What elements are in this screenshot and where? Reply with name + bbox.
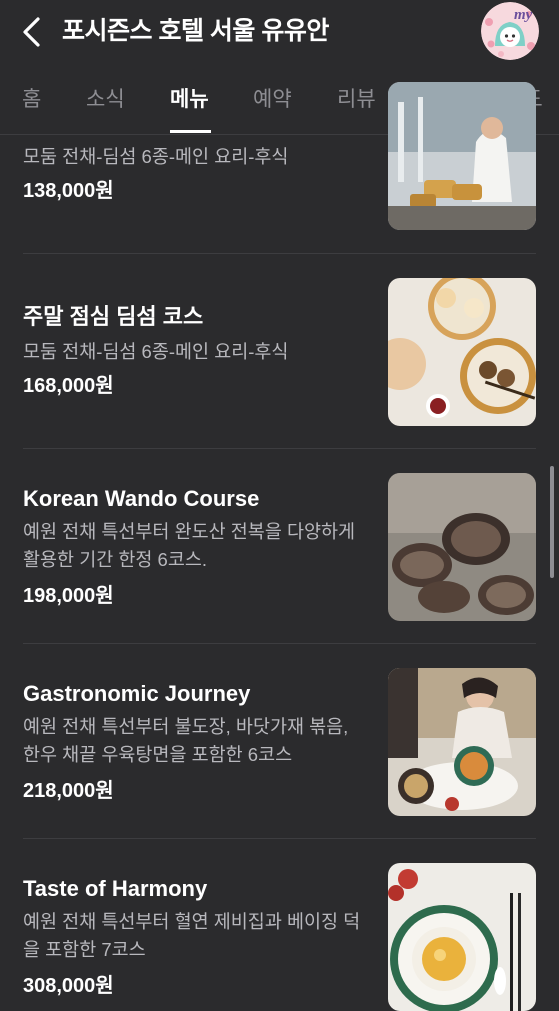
menu-item-image [388,278,536,426]
abalone-photo [388,473,536,621]
menu-item-price: 168,000원 [23,375,114,397]
tab-reserve[interactable]: 예약 [253,86,292,114]
menu-item-desc: 예원 전채 특선부터 혈연 제비집과 베이징 덕을 포함한 7코스 [23,911,361,960]
avatar[interactable]: my [481,2,539,60]
diner-photo [388,668,536,816]
menu-item-title: 주말 점심 딤섬 코스 [23,304,204,329]
menu-item-title: Korean Wando Course [23,486,260,511]
tab-home[interactable]: 홈 [22,86,41,114]
menu-item-price: 198,000원 [23,585,114,607]
back-button[interactable] [18,14,50,50]
menu-item-price: 308,000원 [23,975,114,997]
menu-item-desc: 모둠 전채-딤섬 6종-메인 요리-후식 [23,146,289,167]
menu-item-image [388,82,536,230]
menu-item-desc: 모둠 전채-딤섬 6종-메인 요리-후식 [23,341,289,362]
chevron-left-icon [23,17,40,47]
menu-item-price: 138,000원 [23,180,114,202]
menu-item-title: Gastronomic Journey [23,681,251,706]
menu-item-image [388,473,536,621]
divider [23,448,536,449]
avatar-text: my [514,7,533,23]
active-tab-indicator [170,130,211,133]
tab-news[interactable]: 소식 [86,86,125,114]
menu-item-image [388,863,536,1011]
menu-item-desc: 예원 전채 특선부터 완도산 전복을 다양하게 활용한 기간 한정 6코스. [23,521,356,570]
chef-steamer-photo [388,82,536,230]
soup-bowl-photo [388,863,536,1011]
divider [23,643,536,644]
avatar-sticker-icon: my [481,2,539,60]
tab-review[interactable]: 리뷰 [337,86,376,114]
dim-sum-photo [388,278,536,426]
menu-item-image [388,668,536,816]
menu-item-title: Taste of Harmony [23,876,208,901]
scrollbar[interactable] [550,466,554,578]
menu-item-desc: 예원 전채 특선부터 불도장, 바닷가재 볶음, 한우 채끝 우육탕면을 포함한… [23,716,349,765]
tab-menu[interactable]: 메뉴 [170,86,209,114]
divider [23,838,536,839]
menu-item-price: 218,000원 [23,780,114,802]
app-header: 포시즌스 호텔 서울 유유안 my [0,0,559,64]
divider [23,253,536,254]
page-title: 포시즌스 호텔 서울 유유안 [62,17,329,45]
